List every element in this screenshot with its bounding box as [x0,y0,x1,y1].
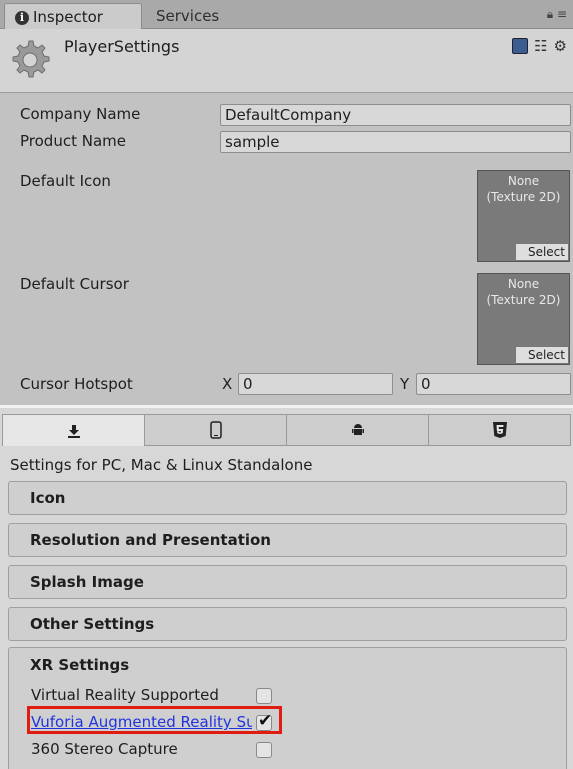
section-xr-settings: XR Settings Virtual Reality Supported Vu… [8,647,567,769]
platform-settings-panel: Settings for PC, Mac & Linux Standalone … [0,405,573,769]
tab-android[interactable] [287,414,429,446]
tab-services-label: Services [156,7,220,25]
tab-inspector-label: Inspector [33,8,103,26]
tab-webgl[interactable] [429,414,571,446]
vuforia-checkbox[interactable]: ✔ [256,711,272,731]
lock-icon[interactable]: 🔒︎ [547,7,553,21]
hotspot-x-label: X [222,375,233,393]
settings-gear-icon[interactable]: ⚙︎ [554,37,567,55]
checkmark-icon: ✔ [258,711,273,731]
android-icon [351,424,364,435]
header-title: PlayerSettings [64,37,180,56]
vr-supported-checkbox[interactable] [256,688,272,704]
default-cursor-field[interactable]: None (Texture 2D) Select [477,273,570,365]
company-name-label: Company Name [20,105,141,123]
hotspot-x-field[interactable]: 0 [238,373,393,395]
inspector-header: PlayerSettings ☷ ⚙︎ [0,29,573,93]
platform-tabs [2,414,571,446]
default-icon-select-button[interactable]: Select [515,243,569,261]
window-tabbar: i Inspector Services 🔒︎ ≡ [0,0,573,29]
sliders-icon[interactable]: ☷ [534,37,547,55]
tabbar-controls: 🔒︎ ≡ [547,7,567,22]
xr-settings-title[interactable]: XR Settings [30,656,129,674]
tab-inspector[interactable]: i Inspector [4,3,142,29]
default-cursor-select-button[interactable]: Select [515,346,569,364]
html5-icon [492,422,507,438]
default-icon-value: None (Texture 2D) [486,174,561,204]
hotspot-y-label: Y [400,375,410,393]
product-name-label: Product Name [20,132,126,150]
vr-supported-label: Virtual Reality Supported [31,686,219,704]
section-other-settings[interactable]: Other Settings [8,607,567,641]
default-icon-label: Default Icon [20,172,111,190]
header-icons: ☷ ⚙︎ [512,37,567,55]
download-icon [67,424,80,438]
section-resolution[interactable]: Resolution and Presentation [8,523,567,557]
default-cursor-label: Default Cursor [20,275,129,293]
section-splash-image[interactable]: Splash Image [8,565,567,599]
phone-icon [209,421,222,439]
tab-services[interactable]: Services [146,3,246,29]
book-icon[interactable] [512,38,529,54]
stereo-capture-label: 360 Stereo Capture [31,740,178,758]
default-icon-field[interactable]: None (Texture 2D) Select [477,170,570,262]
tab-standalone[interactable] [2,414,145,446]
stereo-capture-checkbox[interactable] [256,742,272,758]
hotspot-y-field[interactable]: 0 [416,373,571,395]
info-icon: i [15,11,29,25]
gear-icon [12,40,50,78]
default-cursor-value: None (Texture 2D) [486,277,561,307]
section-icon[interactable]: Icon [8,481,567,515]
company-name-field[interactable]: DefaultCompany [220,104,571,126]
menu-icon[interactable]: ≡ [557,7,567,21]
vuforia-label[interactable]: Vuforia Augmented Reality Supported [31,713,252,731]
cursor-hotspot-label: Cursor Hotspot [20,375,133,393]
product-name-field[interactable]: sample [220,131,571,153]
tab-ios[interactable] [145,414,287,446]
platform-settings-title: Settings for PC, Mac & Linux Standalone [10,456,313,474]
